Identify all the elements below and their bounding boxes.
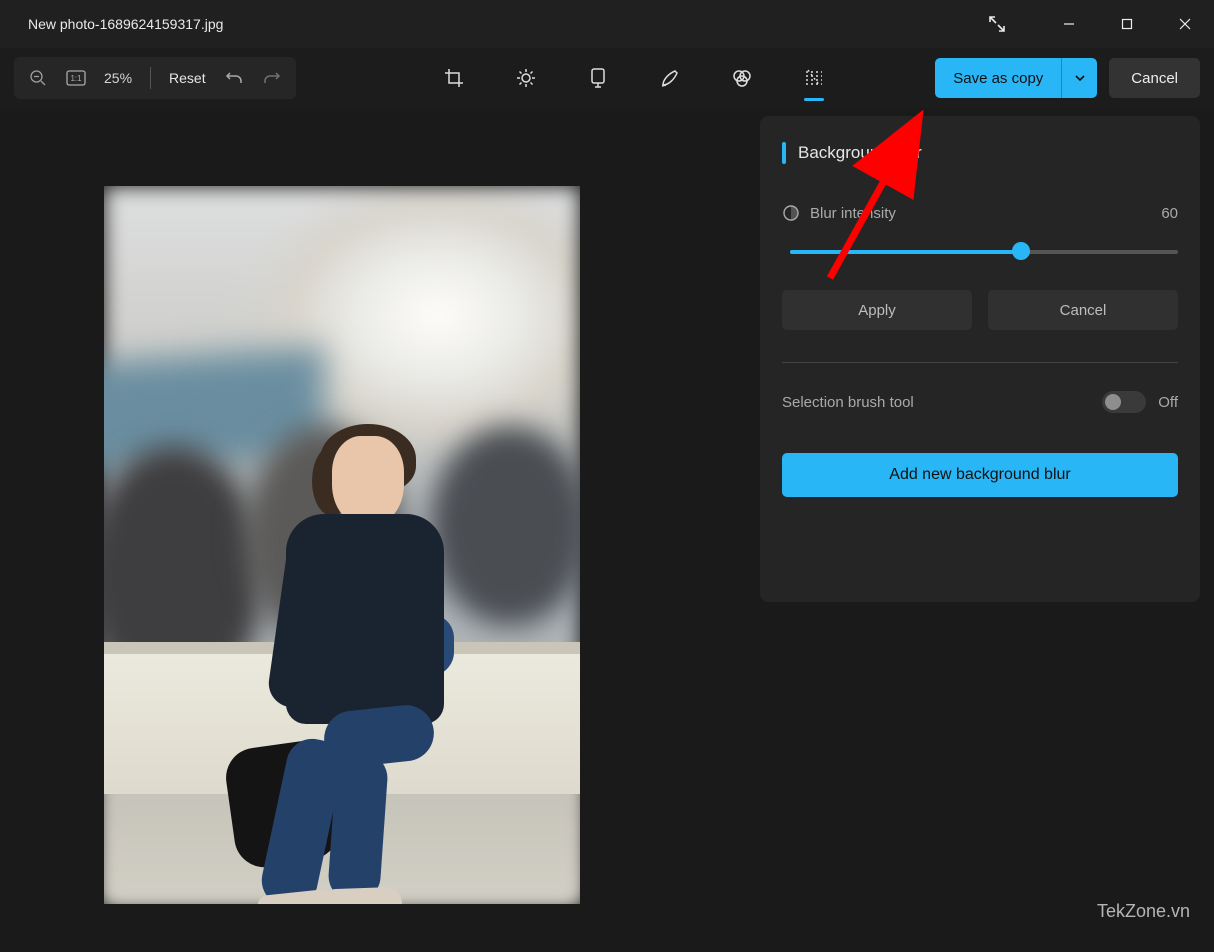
photo-preview xyxy=(104,186,580,904)
apply-button[interactable]: Apply xyxy=(782,290,972,330)
zoom-out-icon[interactable] xyxy=(28,68,48,88)
filter-tab[interactable] xyxy=(580,55,616,101)
undo-icon[interactable] xyxy=(224,68,244,88)
minimize-button[interactable] xyxy=(1040,0,1098,48)
panel-accent xyxy=(782,142,786,164)
toolbar: 1:1 25% Reset xyxy=(0,48,1214,108)
adjust-tab[interactable] xyxy=(508,55,544,101)
crop-tab[interactable] xyxy=(436,55,472,101)
divider xyxy=(782,362,1178,363)
blur-intensity-value: 60 xyxy=(1161,205,1178,222)
maximize-button[interactable] xyxy=(1098,0,1156,48)
background-blur-panel: Background blur Blur intensity 60 Apply … xyxy=(760,116,1200,602)
zoom-group: 1:1 25% Reset xyxy=(14,57,296,99)
close-button[interactable] xyxy=(1156,0,1214,48)
zoom-value[interactable]: 25% xyxy=(104,70,132,86)
toggle-state: Off xyxy=(1158,394,1178,411)
reset-button[interactable]: Reset xyxy=(169,70,206,86)
panel-cancel-button[interactable]: Cancel xyxy=(988,290,1178,330)
redo-icon[interactable] xyxy=(262,68,282,88)
panel-title: Background blur xyxy=(798,143,922,163)
selection-brush-label: Selection brush tool xyxy=(782,394,914,411)
save-as-copy-button[interactable]: Save as copy xyxy=(935,58,1061,98)
fit-icon[interactable]: 1:1 xyxy=(66,68,86,88)
blur-icon xyxy=(782,204,800,222)
fullscreen-icon[interactable] xyxy=(974,1,1020,47)
selection-brush-toggle[interactable] xyxy=(1102,391,1146,413)
canvas-area[interactable] xyxy=(0,108,760,952)
save-dropdown-button[interactable] xyxy=(1061,58,1097,98)
svg-text:1:1: 1:1 xyxy=(70,74,82,83)
blur-intensity-label: Blur intensity xyxy=(810,205,896,222)
markup-tab[interactable] xyxy=(652,55,688,101)
add-background-blur-button[interactable]: Add new background blur xyxy=(782,453,1178,497)
cancel-button[interactable]: Cancel xyxy=(1109,58,1200,98)
blur-intensity-slider[interactable] xyxy=(782,242,1178,262)
background-blur-tab[interactable] xyxy=(796,55,832,101)
retouch-tab[interactable] xyxy=(724,55,760,101)
save-as-copy-group: Save as copy xyxy=(935,58,1097,98)
edit-tabs xyxy=(436,55,832,101)
titlebar: New photo-1689624159317.jpg xyxy=(0,0,1214,48)
file-title: New photo-1689624159317.jpg xyxy=(28,16,223,32)
watermark: TekZone.vn xyxy=(1097,901,1190,922)
main: Background blur Blur intensity 60 Apply … xyxy=(0,108,1214,952)
divider xyxy=(150,67,151,89)
